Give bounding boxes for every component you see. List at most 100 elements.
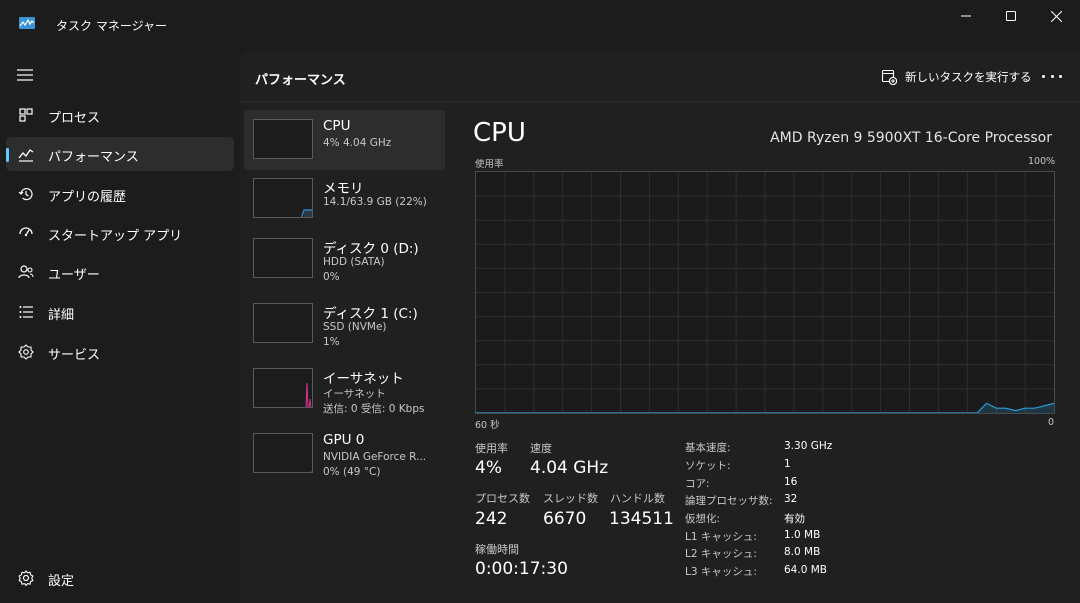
graph-label-max: 100% [1028, 156, 1056, 167]
memory-sparkline [301, 209, 312, 217]
sidebar-item-label: パフォーマンス [48, 150, 139, 165]
sidebar: プロセス パフォーマンス アプリの履歴 スタートアップ アプリ ユーザー 詳細 … [0, 52, 240, 603]
handles-label: ハンドル数 [610, 492, 665, 505]
device-sub: 4% 4.04 GHz [323, 137, 392, 149]
sidebar-item-users[interactable]: ユーザー [6, 255, 234, 289]
gpu-sparkline [307, 471, 312, 472]
cpu-usage-graph [475, 171, 1055, 414]
ethernet-thumbnail [253, 368, 313, 408]
more-dot-icon [1059, 74, 1062, 78]
device-name: メモリ [323, 181, 364, 197]
sidebar-item-label: サービス [48, 348, 101, 363]
device-item-disk-0[interactable]: ディスク 0 (D:) HDD (SATA) 0% [244, 229, 445, 289]
title-bar: タスク マネージャー [0, 0, 1080, 52]
spec-l3-cache-value: 64.0 MB [784, 564, 827, 576]
details-icon [19, 306, 33, 318]
spec-virtualization-label: 仮想化: [685, 513, 721, 525]
cpu-model-name: AMD Ryzen 9 5900XT 16-Core Processor [770, 130, 1052, 146]
hamburger-menu-icon[interactable] [17, 69, 33, 81]
device-usage: 0% (49 °C) [323, 466, 381, 478]
memory-thumbnail [253, 178, 313, 218]
device-sub: HDD (SATA) [323, 256, 385, 268]
spec-virtualization-value: 有効 [784, 513, 805, 525]
processes-value: 242 [475, 509, 508, 529]
device-sub: 14.1/63.9 GB (22%) [323, 196, 427, 208]
spec-base-speed-value: 3.30 GHz [784, 440, 833, 452]
device-item-memory[interactable]: メモリ 14.1/63.9 GB (22%) [244, 169, 445, 229]
close-button[interactable] [1033, 0, 1079, 32]
spec-l1-cache-value: 1.0 MB [784, 529, 821, 541]
spec-logical-processors-value: 32 [784, 493, 798, 505]
disk1-thumbnail [253, 303, 313, 343]
speed-label: 速度 [530, 442, 552, 455]
maximize-button[interactable] [988, 0, 1034, 32]
sidebar-item-performance[interactable]: パフォーマンス [6, 137, 234, 171]
threads-value: 6670 [543, 509, 587, 529]
processes-icon [19, 108, 33, 122]
device-item-ethernet[interactable]: イーサネット イーサネット 送信: 0 受信: 0 Kbps [244, 359, 445, 419]
run-new-task-button[interactable]: 新しいタスクを実行する [881, 66, 1032, 88]
run-task-icon [881, 69, 897, 85]
gpu-thumbnail [253, 433, 313, 473]
device-sub: イーサネット [323, 388, 386, 400]
sidebar-item-label: プロセス [48, 111, 101, 126]
sidebar-item-app-history[interactable]: アプリの履歴 [6, 177, 234, 211]
more-dot-icon [1042, 74, 1045, 78]
sidebar-item-details[interactable]: 詳細 [6, 295, 234, 329]
graph-label-time: 60 秒 [475, 420, 500, 431]
services-icon [18, 344, 34, 360]
device-name: GPU 0 [323, 432, 365, 448]
sidebar-item-label: 設定 [48, 574, 75, 589]
gear-icon [18, 570, 34, 587]
spec-logical-processors-label: 論理プロセッサ数: [685, 495, 773, 507]
task-manager-app-icon [19, 17, 35, 29]
device-name: ディスク 0 (D:) [323, 241, 419, 257]
spec-base-speed-label: 基本速度: [685, 442, 731, 454]
uptime-value: 0:00:17:30 [475, 559, 568, 579]
detail-title: CPU [473, 118, 526, 148]
sidebar-item-services[interactable]: サービス [6, 335, 234, 369]
more-options-button[interactable] [1042, 68, 1062, 84]
device-item-cpu[interactable]: CPU 4% 4.04 GHz [244, 110, 445, 170]
device-name: ディスク 1 (C:) [323, 306, 418, 322]
handles-value: 134511 [609, 509, 674, 529]
spec-l3-cache-label: L3 キャッシュ: [685, 566, 757, 578]
page-title: パフォーマンス [255, 73, 346, 88]
device-item-disk-1[interactable]: ディスク 1 (C:) SSD (NVMe) 1% [244, 294, 445, 354]
header-divider [240, 101, 1080, 102]
uptime-label: 稼働時間 [475, 543, 519, 556]
disk0-thumbnail [253, 238, 313, 278]
spec-l2-cache-value: 8.0 MB [784, 546, 821, 558]
minimize-icon [961, 15, 971, 17]
device-name: イーサネット [323, 371, 404, 387]
sidebar-item-label: アプリの履歴 [48, 190, 127, 205]
usage-value: 4% [475, 458, 502, 478]
device-usage: 1% [323, 336, 340, 348]
sidebar-item-label: 詳細 [48, 308, 75, 323]
device-name: CPU [323, 118, 351, 134]
history-icon [18, 188, 33, 201]
sidebar-item-settings[interactable]: 設定 [6, 561, 234, 595]
spec-l2-cache-label: L2 キャッシュ: [685, 548, 757, 560]
device-sub: SSD (NVMe) [323, 321, 387, 333]
graph-label-zero: 0 [1048, 417, 1055, 428]
spec-l1-cache-label: L1 キャッシュ: [685, 531, 757, 543]
sidebar-item-processes[interactable]: プロセス [6, 98, 234, 132]
cpu-usage-chart [476, 172, 1055, 414]
usage-label: 使用率 [475, 442, 508, 455]
threads-label: スレッド数 [543, 492, 598, 505]
speed-value: 4.04 GHz [530, 458, 609, 478]
maximize-icon [1006, 11, 1016, 21]
device-usage: 送信: 0 受信: 0 Kbps [323, 403, 425, 415]
active-indicator [6, 148, 9, 162]
spec-cores-label: コア: [685, 478, 710, 490]
graph-label-usage: 使用率 [475, 159, 504, 170]
device-usage: 0% [323, 271, 340, 283]
device-item-gpu-0[interactable]: GPU 0 NVIDIA GeForce R... 0% (49 °C) [244, 424, 445, 484]
processes-label: プロセス数 [475, 492, 530, 505]
sidebar-item-startup-apps[interactable]: スタートアップ アプリ [6, 216, 234, 250]
users-icon [18, 265, 34, 279]
graph-grid [476, 172, 1054, 413]
minimize-button[interactable] [943, 0, 989, 32]
sidebar-item-label: ユーザー [48, 268, 100, 283]
